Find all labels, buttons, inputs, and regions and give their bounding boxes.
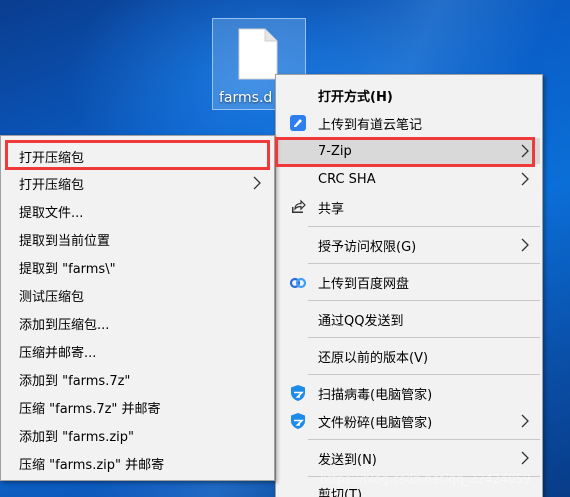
menu-item-label: 还原以前的版本(V) (318, 350, 429, 366)
youdao-note-icon (290, 115, 306, 131)
menu-item-label: 压缩 "farms.7z" 并邮寄 (19, 401, 161, 417)
menu-separator (308, 337, 540, 338)
menu-item-label: 提取到 "farms\" (19, 261, 116, 277)
menu-item-open-with[interactable]: 打开方式(H) (278, 82, 540, 108)
chevron-right-icon (521, 238, 529, 252)
menu-item-label: 压缩并邮寄... (19, 345, 97, 361)
menu-separator (308, 439, 540, 440)
menu-item-label: 提取到当前位置 (19, 233, 111, 249)
chevron-right-icon (521, 144, 529, 158)
menu-separator (308, 300, 540, 301)
menu-item-upload-baidu[interactable]: 上传到百度网盘 (278, 269, 540, 295)
submenu-item-extract-files[interactable]: 提取文件... (3, 198, 272, 224)
tencent-pc-manager-icon (291, 413, 305, 429)
menu-item-send-via-qq[interactable]: 通过QQ发送到 (278, 306, 540, 332)
menu-item-label: 提取文件... (19, 205, 84, 221)
menu-item-share[interactable]: 共享 (278, 194, 540, 220)
submenu-item-add-to-zip[interactable]: 添加到 "farms.zip" (3, 422, 272, 448)
submenu-item-compress-and-email[interactable]: 压缩并邮寄... (3, 338, 272, 364)
chevron-right-icon (253, 176, 261, 190)
menu-item-label: 发送到(N) (318, 452, 377, 468)
menu-item-label: 共享 (318, 201, 345, 217)
submenu-item-compress-7z-email[interactable]: 压缩 "farms.7z" 并邮寄 (3, 394, 272, 420)
document-file-icon (238, 28, 278, 80)
menu-item-label: 文件粉碎(电脑管家) (318, 415, 433, 431)
menu-item-grant-access[interactable]: 授予访问权限(G) (278, 232, 540, 258)
menu-item-label: 通过QQ发送到 (318, 313, 404, 329)
menu-item-upload-youdao[interactable]: 上传到有道云笔记 (278, 110, 540, 136)
menu-item-label: 上传到百度网盘 (318, 276, 410, 292)
menu-item-label: 扫描病毒(电脑管家) (318, 387, 433, 403)
menu-item-label: 上传到有道云笔记 (318, 117, 423, 133)
context-menu: 打开方式(H) 上传到有道云笔记 7-Zip CRC SHA 共享 授予访问权限… (275, 74, 543, 497)
menu-item-crc-sha[interactable]: CRC SHA (278, 166, 540, 192)
menu-item-label: 打开压缩包 (19, 177, 85, 193)
menu-item-label: 压缩 "farms.zip" 并邮寄 (19, 457, 165, 473)
menu-item-shred-file[interactable]: 文件粉碎(电脑管家) (278, 408, 540, 434)
menu-item-label: 添加到 "farms.zip" (19, 429, 135, 445)
submenu-item-add-to-archive[interactable]: 添加到压缩包... (3, 310, 272, 336)
menu-item-label: 7-Zip (318, 143, 352, 159)
menu-item-label: 打开压缩包 (19, 150, 85, 166)
menu-item-label: 授予访问权限(G) (318, 239, 417, 255)
tencent-pc-manager-icon (291, 385, 305, 401)
submenu-item-test-archive[interactable]: 测试压缩包 (3, 282, 272, 308)
submenu-item-extract-here[interactable]: 提取到当前位置 (3, 226, 272, 252)
baidu-netdisk-icon (289, 277, 307, 289)
menu-separator (308, 226, 540, 227)
share-icon (292, 199, 306, 213)
menu-separator (308, 263, 540, 264)
chevron-right-icon (521, 451, 529, 465)
submenu-item-compress-zip-email[interactable]: 压缩 "farms.zip" 并邮寄 (3, 450, 272, 476)
menu-item-label: 测试压缩包 (19, 289, 85, 305)
chevron-right-icon (521, 414, 529, 428)
submenu-item-open-archive-more[interactable]: 打开压缩包 (3, 170, 272, 196)
menu-item-label: 打开方式(H) (318, 89, 393, 105)
submenu-item-extract-to-folder[interactable]: 提取到 "farms\" (3, 254, 272, 280)
menu-item-7zip[interactable]: 7-Zip (278, 138, 540, 164)
submenu-item-open-archive[interactable]: 打开压缩包 (3, 143, 272, 169)
submenu-item-add-to-7z[interactable]: 添加到 "farms.7z" (3, 366, 272, 392)
sevenzip-submenu: 打开压缩包 打开压缩包 提取文件... 提取到当前位置 提取到 "farms\"… (0, 135, 275, 481)
menu-item-label: 添加到 "farms.7z" (19, 373, 131, 389)
menu-item-scan-virus[interactable]: 扫描病毒(电脑管家) (278, 380, 540, 406)
watermark-text: https://blog.csdn.net/qq_32424059 (320, 472, 531, 486)
menu-item-send-to[interactable]: 发送到(N) (278, 445, 540, 471)
menu-item-restore-versions[interactable]: 还原以前的版本(V) (278, 343, 540, 369)
chevron-right-icon (521, 172, 529, 186)
menu-separator (308, 374, 540, 375)
menu-item-label: CRC SHA (318, 171, 376, 187)
menu-item-label: 添加到压缩包... (19, 317, 110, 333)
